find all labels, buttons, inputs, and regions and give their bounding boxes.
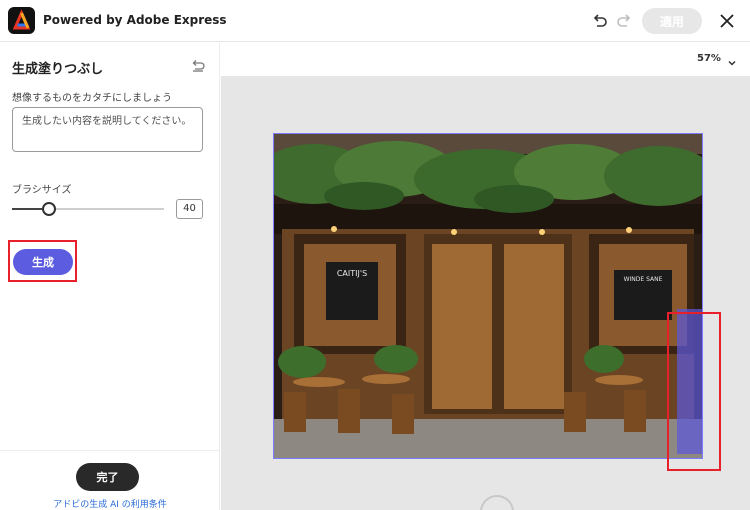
zoom-bar: 57% (221, 43, 750, 76)
redo-icon[interactable] (614, 11, 634, 31)
prompt-input[interactable]: 生成したい内容を説明してください。 (12, 107, 203, 152)
left-menu-board: CAITIJ'S (337, 269, 367, 278)
cafe-photo[interactable]: CAITIJ'S WINDE SANE (273, 133, 703, 459)
slider-thumb[interactable] (42, 202, 57, 216)
canvas-area: 57% CAITIJ'S WINDE SANE (221, 43, 750, 510)
generative-fill-panel: 生成塗りつぶし 想像するものをカタチにしましょう 生成したい内容を説明してくださ… (0, 43, 220, 510)
generate-button[interactable]: 生成 (13, 249, 73, 275)
brush-size-slider[interactable] (12, 208, 164, 210)
adobe-express-logo (8, 7, 35, 34)
brush-size-value[interactable]: 40 (176, 199, 203, 219)
canvas-handle[interactable] (480, 495, 514, 510)
prompt-placeholder: 生成したい内容を説明してください。 (22, 116, 192, 127)
selection-highlight-box (667, 312, 721, 471)
slider-fill (12, 208, 43, 210)
app-title: Powered by Adobe Express (43, 13, 227, 27)
brush-size-label: ブラシサイズ (12, 185, 72, 196)
undo-icon[interactable] (590, 11, 610, 31)
right-menu-board: WINDE SANE (624, 276, 663, 283)
chevron-down-icon[interactable] (727, 53, 737, 66)
panel-title: 生成塗りつぶし (12, 62, 104, 77)
zoom-level[interactable]: 57% (697, 53, 721, 64)
apply-button[interactable]: 適用 (642, 8, 702, 34)
top-bar: Powered by Adobe Express 適用 (0, 0, 750, 42)
reset-icon[interactable] (190, 57, 206, 73)
done-button[interactable]: 完了 (76, 463, 139, 491)
terms-link[interactable]: アドビの生成 AI の利用条件 (0, 497, 220, 510)
prompt-label: 想像するものをカタチにしましょう (12, 93, 172, 104)
close-icon[interactable] (718, 12, 736, 30)
